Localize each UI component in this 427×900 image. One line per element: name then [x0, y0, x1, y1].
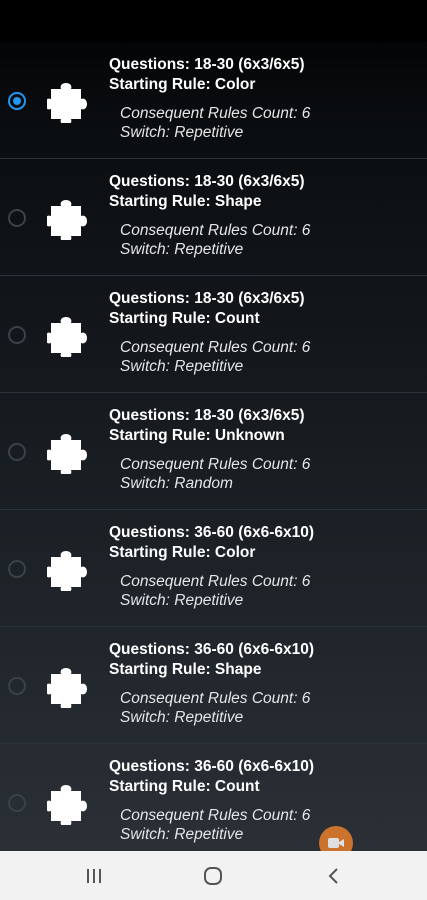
status-bar	[0, 0, 427, 42]
consequent-count-label: Consequent Rules Count: 6	[120, 222, 311, 239]
starting-rule-label: Starting Rule: Unknown	[109, 427, 285, 444]
rule-set-list[interactable]: Questions: 18-30 (6x3/6x5) Starting Rule…	[0, 42, 427, 850]
radio-button[interactable]	[8, 443, 26, 461]
questions-label: Questions: 18-30 (6x3/6x5)	[109, 173, 305, 190]
system-nav-bar	[0, 851, 427, 900]
list-item[interactable]: Questions: 18-30 (6x3/6x5) Starting Rule…	[0, 276, 427, 393]
list-item[interactable]: Questions: 36-60 (6x6-6x10) Starting Rul…	[0, 510, 427, 627]
list-item[interactable]: Questions: 18-30 (6x3/6x5) Starting Rule…	[0, 393, 427, 510]
puzzle-piece-icon	[47, 434, 87, 474]
puzzle-piece-icon	[47, 551, 87, 591]
consequent-count-label: Consequent Rules Count: 6	[120, 456, 311, 473]
radio-button[interactable]	[8, 794, 26, 812]
starting-rule-label: Starting Rule: Shape	[109, 193, 262, 210]
home-icon	[204, 867, 222, 885]
starting-rule-label: Starting Rule: Count	[109, 310, 260, 327]
radio-button[interactable]	[8, 560, 26, 578]
list-item[interactable]: Questions: 18-30 (6x3/6x5) Starting Rule…	[0, 159, 427, 276]
switch-label: Switch: Repetitive	[120, 826, 244, 843]
video-camera-icon	[328, 838, 344, 848]
list-item[interactable]: Questions: 36-60 (6x6-6x10) Starting Rul…	[0, 627, 427, 744]
questions-label: Questions: 36-60 (6x6-6x10)	[109, 641, 315, 658]
recent-apps-button[interactable]	[74, 861, 114, 891]
questions-label: Questions: 18-30 (6x3/6x5)	[109, 56, 305, 73]
recent-apps-icon	[87, 869, 101, 883]
consequent-count-label: Consequent Rules Count: 6	[120, 573, 311, 590]
questions-label: Questions: 18-30 (6x3/6x5)	[109, 407, 305, 424]
starting-rule-label: Starting Rule: Color	[109, 544, 256, 561]
back-icon	[328, 868, 338, 884]
consequent-count-label: Consequent Rules Count: 6	[120, 105, 311, 122]
puzzle-piece-icon	[47, 317, 87, 357]
questions-label: Questions: 36-60 (6x6-6x10)	[109, 524, 315, 541]
switch-label: Switch: Repetitive	[120, 241, 244, 258]
puzzle-piece-icon	[47, 200, 87, 240]
switch-label: Switch: Repetitive	[120, 592, 244, 609]
back-button[interactable]	[313, 861, 353, 891]
switch-label: Switch: Repetitive	[120, 124, 244, 141]
switch-label: Switch: Random	[120, 475, 233, 492]
puzzle-piece-icon	[47, 785, 87, 825]
questions-label: Questions: 36-60 (6x6-6x10)	[109, 758, 315, 775]
radio-button[interactable]	[8, 209, 26, 227]
puzzle-piece-icon	[47, 668, 87, 708]
questions-label: Questions: 18-30 (6x3/6x5)	[109, 290, 305, 307]
starting-rule-label: Starting Rule: Shape	[109, 661, 262, 678]
starting-rule-label: Starting Rule: Color	[109, 76, 256, 93]
list-item[interactable]: Questions: 36-60 (6x6-6x10) Starting Rul…	[0, 744, 427, 850]
list-item[interactable]: Questions: 18-30 (6x3/6x5) Starting Rule…	[0, 42, 427, 159]
puzzle-piece-icon	[47, 83, 87, 123]
switch-label: Switch: Repetitive	[120, 709, 244, 726]
switch-label: Switch: Repetitive	[120, 358, 244, 375]
starting-rule-label: Starting Rule: Count	[109, 778, 260, 795]
home-button[interactable]	[193, 861, 233, 891]
consequent-count-label: Consequent Rules Count: 6	[120, 339, 311, 356]
radio-button-selected[interactable]	[8, 92, 26, 110]
radio-button[interactable]	[8, 677, 26, 695]
consequent-count-label: Consequent Rules Count: 6	[120, 807, 311, 824]
radio-button[interactable]	[8, 326, 26, 344]
consequent-count-label: Consequent Rules Count: 6	[120, 690, 311, 707]
